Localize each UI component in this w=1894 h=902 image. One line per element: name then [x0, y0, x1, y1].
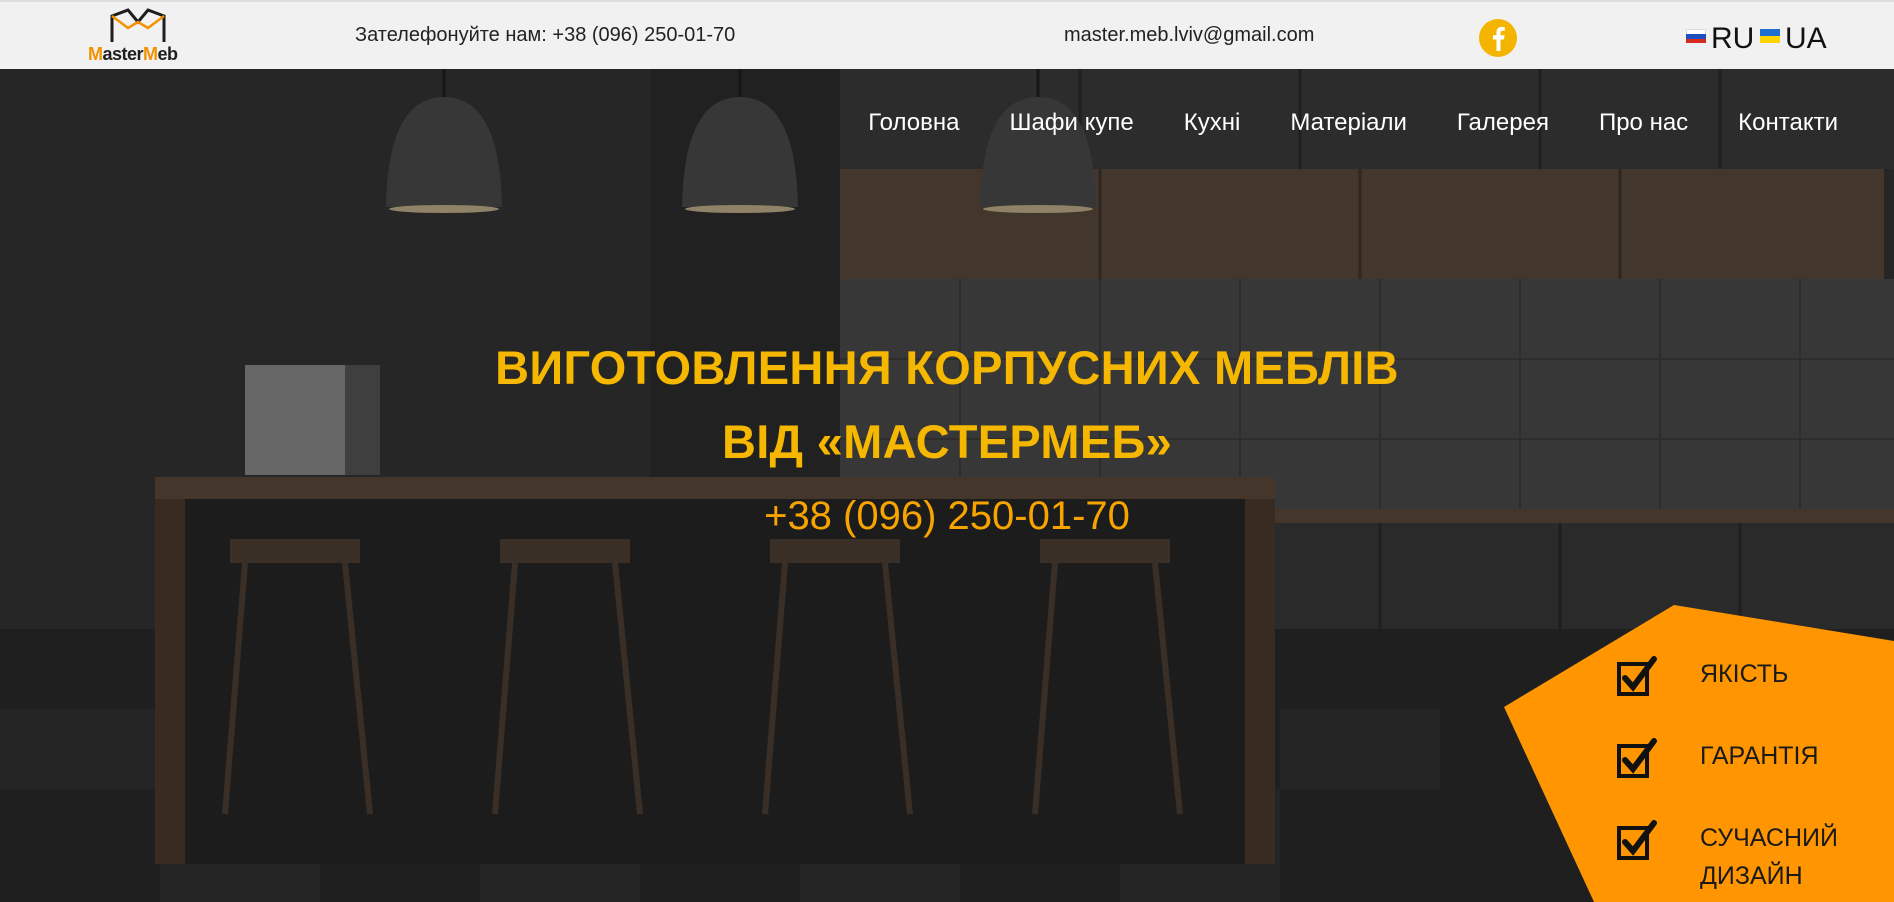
hero-phone[interactable]: +38 (096) 250-01-70 — [0, 494, 1894, 539]
feature-item: СУЧАСНИЙ ДИЗАЙН — [1616, 819, 1860, 895]
language-label: RU — [1711, 22, 1755, 55]
hero-title-line1: ВИГОТОВЛЕННЯ КОРПУСНИХ МЕБЛІВ — [495, 341, 1399, 394]
nav-item-wardrobes[interactable]: Шафи купе — [1009, 109, 1133, 137]
nav-item-home[interactable]: Головна — [868, 109, 959, 137]
topbar-email[interactable]: master.meb.lviv@gmail.com — [1064, 24, 1314, 47]
hero-title-line2: ВІД «МАСТЕРМЕБ» — [721, 415, 1173, 468]
nav-item-kitchens[interactable]: Кухні — [1184, 109, 1241, 137]
ru-flag-icon — [1686, 29, 1706, 43]
language-ua[interactable]: UA — [1760, 22, 1827, 56]
language-ru[interactable]: RU — [1686, 22, 1754, 56]
top-bar: MasterMeb Зателефонуйте нам: +38 (096) 2… — [0, 0, 1894, 69]
feature-label: СУЧАСНИЙ ДИЗАЙН — [1700, 824, 1838, 890]
topbar-phone[interactable]: Зателефонуйте нам: +38 (096) 250-01-70 — [355, 24, 735, 47]
feature-label: ГАРАНТІЯ — [1700, 742, 1819, 770]
language-label: UA — [1785, 22, 1827, 55]
checkbox-check-icon — [1617, 656, 1657, 696]
checkbox-check-icon — [1617, 738, 1657, 778]
main-nav: Головна Шафи купе Кухні Матеріали Галере… — [818, 109, 1838, 137]
feature-label: ЯКІСТЬ — [1700, 660, 1789, 688]
logo[interactable]: MasterMeb — [86, 8, 196, 66]
hero-section: Головна Шафи купе Кухні Матеріали Галере… — [0, 69, 1894, 902]
ua-flag-icon — [1760, 29, 1780, 43]
feature-item: ГАРАНТІЯ — [1616, 737, 1860, 781]
logo-icon — [110, 8, 166, 42]
nav-item-contacts[interactable]: Контакти — [1738, 109, 1838, 137]
nav-item-about[interactable]: Про нас — [1599, 109, 1688, 137]
facebook-icon[interactable] — [1479, 19, 1517, 57]
features-panel: ЯКІСТЬ ГАРАНТІЯ СУЧАСНИЙ ДИЗАЙН — [1504, 605, 1894, 902]
nav-item-materials[interactable]: Матеріали — [1290, 109, 1407, 137]
logo-text: MasterMeb — [88, 44, 178, 64]
nav-item-gallery[interactable]: Галерея — [1457, 109, 1549, 137]
feature-item: ЯКІСТЬ — [1616, 655, 1860, 699]
checkbox-check-icon — [1617, 820, 1657, 860]
